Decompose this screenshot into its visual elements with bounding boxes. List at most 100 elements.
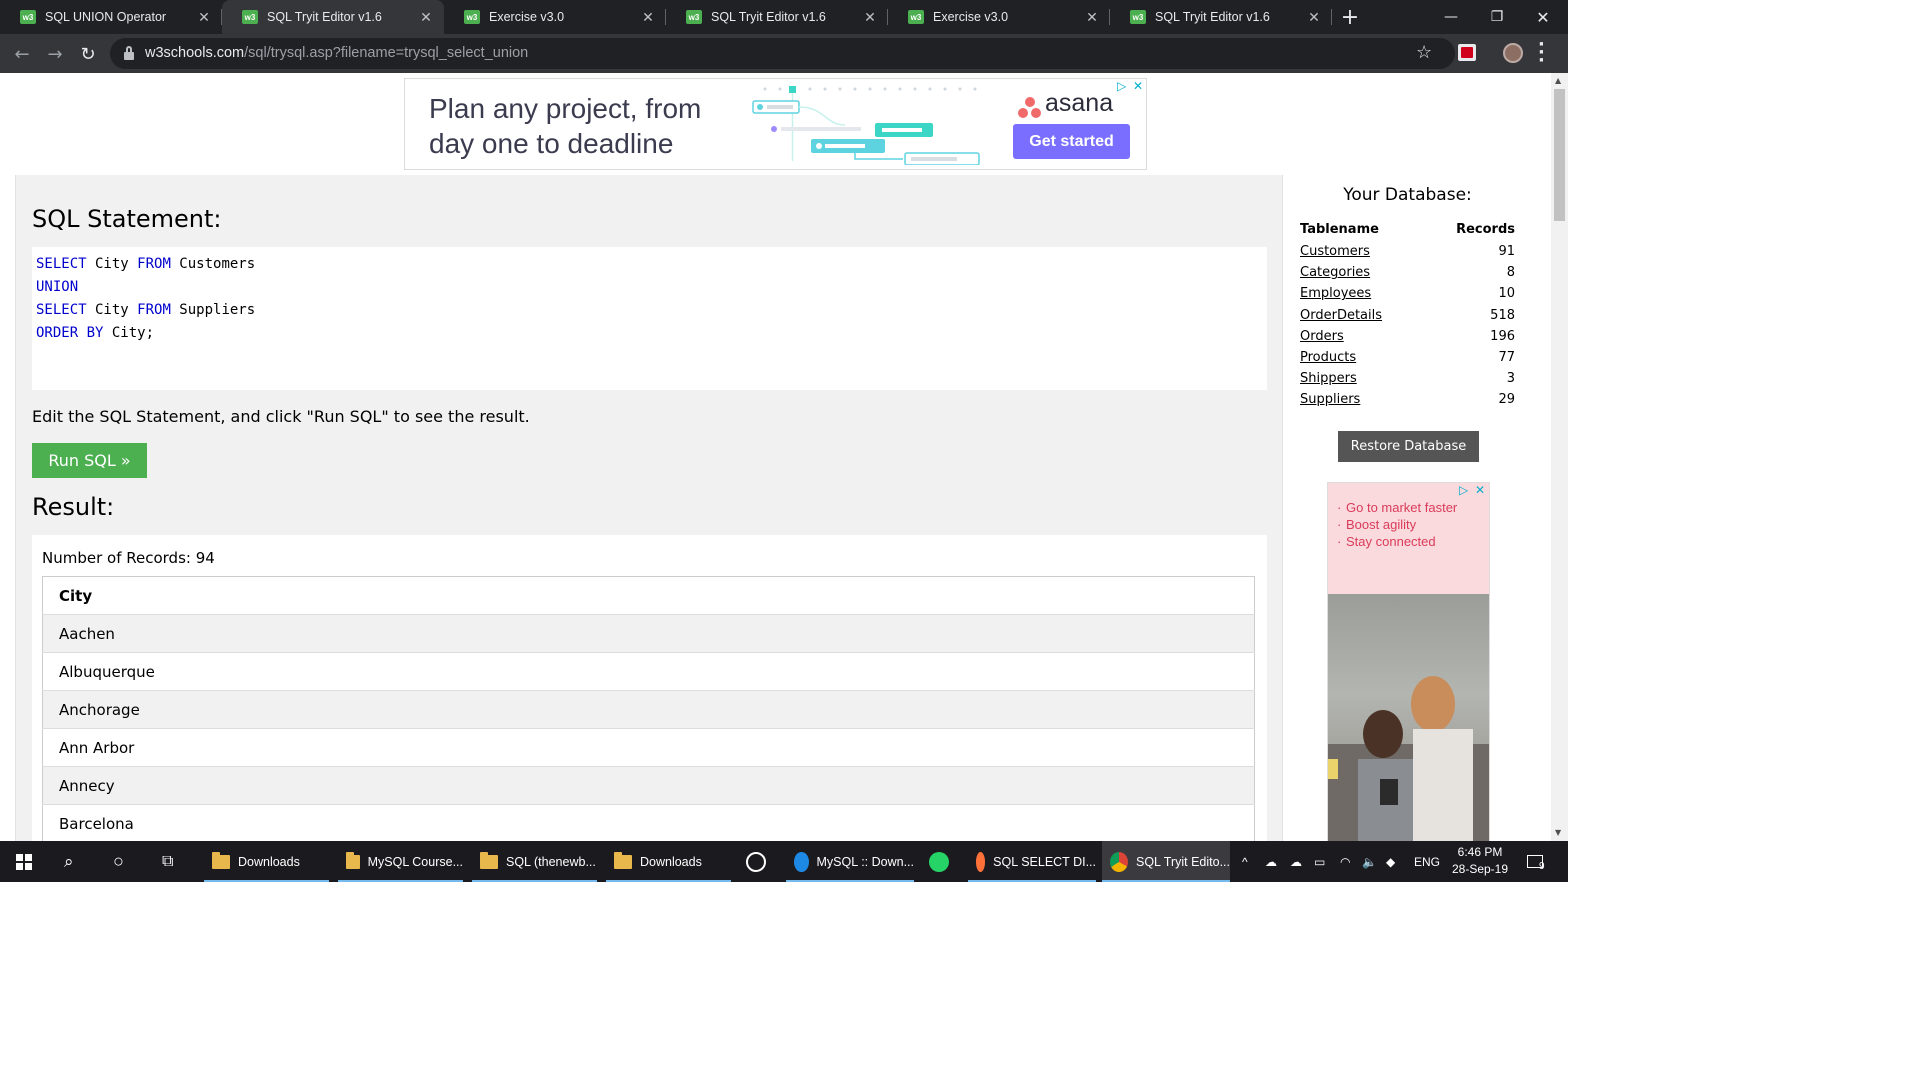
windows-start-icon[interactable]: [16, 854, 32, 870]
back-arrow-icon[interactable]: ←: [10, 42, 34, 66]
cortana-icon[interactable]: ○: [113, 841, 124, 882]
side-ad[interactable]: Go to market faster Boost agility Stay c…: [1327, 482, 1490, 841]
onedrive-icon[interactable]: ☁: [1265, 841, 1277, 882]
tab-strip: w3 SQL UNION Operator ✕ w3 SQL Tryit Edi…: [0, 0, 1568, 34]
asana-dots-icon: [1018, 97, 1042, 119]
extension-icon[interactable]: [1458, 44, 1476, 61]
w3schools-favicon-icon: w3: [464, 10, 480, 24]
side-ad-photo: [1328, 594, 1489, 841]
taskbar-app-label: Downloads: [238, 854, 300, 869]
taskbar-app[interactable]: SQL (thenewb...: [472, 841, 597, 882]
chrome-menu-icon[interactable]: · · ·: [1538, 36, 1545, 70]
db-row: Orders 196: [1300, 326, 1515, 347]
tab-title: SQL Tryit Editor v1.6: [711, 10, 826, 24]
record-count-cell: 3: [1506, 371, 1515, 387]
chrome-icon: [1110, 851, 1128, 872]
scroll-up-icon[interactable]: ▲: [1555, 76, 1561, 85]
asana-wordmark: asana: [1045, 89, 1114, 117]
dropbox-icon[interactable]: ◆: [1386, 841, 1395, 882]
table-link[interactable]: Shippers: [1300, 371, 1357, 386]
firefox-icon: [976, 851, 986, 872]
people-photo-illustration: [1328, 676, 1489, 841]
table-cell: Ann Arbor: [42, 728, 1255, 767]
language-indicator[interactable]: ENG: [1414, 841, 1440, 882]
browser-tab[interactable]: w3 Exercise v3.0 ✕: [888, 0, 1110, 34]
scrollbar-thumb[interactable]: [1554, 89, 1565, 221]
volume-icon[interactable]: 🔈: [1362, 841, 1377, 882]
close-tab-icon[interactable]: ✕: [1306, 9, 1322, 25]
browser-tab[interactable]: w3 SQL Tryit Editor v1.6 ✕: [1110, 0, 1332, 34]
code-line: SELECT City FROM Customers: [36, 256, 256, 272]
forward-arrow-icon[interactable]: →: [43, 42, 67, 66]
browser-tab[interactable]: w3 Exercise v3.0 ✕: [444, 0, 666, 34]
result-table: City Aachen Albuquerque Anchorage Ann Ar…: [42, 576, 1255, 841]
battery-icon[interactable]: ▭: [1314, 841, 1325, 882]
profile-avatar[interactable]: [1503, 43, 1523, 63]
sql-code-editor[interactable]: SELECT City FROM Customers UNION SELECT …: [32, 247, 1267, 390]
restore-window-icon[interactable]: ❐: [1474, 0, 1520, 34]
table-link[interactable]: OrderDetails: [1300, 308, 1382, 323]
media-player-icon[interactable]: [746, 841, 774, 882]
record-count-cell: 91: [1498, 244, 1515, 260]
wifi-icon[interactable]: ◠: [1340, 841, 1350, 882]
clock-date: 28-Sep-19: [1451, 862, 1509, 876]
close-ad-icon[interactable]: ✕: [1475, 483, 1485, 497]
whatsapp-icon[interactable]: [929, 841, 957, 882]
address-bar[interactable]: w3schools.com/sql/trysql.asp?filename=tr…: [110, 38, 1455, 69]
browser-tab[interactable]: w3 SQL UNION Operator ✕: [0, 0, 222, 34]
taskbar-app[interactable]: MySQL Course...: [338, 841, 463, 882]
close-tab-icon[interactable]: ✕: [1084, 9, 1100, 25]
close-tab-icon[interactable]: ✕: [862, 9, 878, 25]
tab-title: SQL Tryit Editor v1.6: [1155, 10, 1270, 24]
page-scrollbar[interactable]: ▲ ▼: [1551, 73, 1568, 841]
close-window-icon[interactable]: ✕: [1520, 0, 1566, 34]
reload-icon[interactable]: ↻: [76, 42, 100, 66]
bookmark-star-icon[interactable]: ☆: [1416, 42, 1432, 63]
w3schools-favicon-icon: w3: [242, 10, 258, 24]
cloud-icon[interactable]: ☁: [1290, 841, 1302, 882]
restore-database-button[interactable]: Restore Database: [1338, 431, 1479, 462]
close-ad-icon[interactable]: ✕: [1133, 79, 1143, 93]
taskbar-app[interactable]: Downloads: [606, 841, 731, 882]
table-cell: Aachen: [42, 614, 1255, 653]
table-link[interactable]: Categories: [1300, 265, 1370, 280]
show-hidden-icons-icon[interactable]: ^: [1242, 841, 1248, 882]
table-link[interactable]: Employees: [1300, 286, 1371, 301]
table-link[interactable]: Suppliers: [1300, 392, 1360, 407]
taskbar-app[interactable]: Downloads: [204, 841, 329, 882]
taskbar-app[interactable]: SQL SELECT DI...: [968, 841, 1096, 882]
code-line: ORDER BY City;: [36, 325, 155, 341]
asana-banner-ad[interactable]: Plan any project, from day one to deadli…: [404, 78, 1147, 170]
browser-tab-active[interactable]: w3 SQL Tryit Editor v1.6 ✕: [222, 0, 444, 34]
record-count-cell: 10: [1498, 286, 1515, 302]
system-clock[interactable]: 6:46 PM 28-Sep-19: [1440, 844, 1520, 878]
run-sql-button[interactable]: Run SQL »: [32, 443, 147, 478]
adchoices-icon[interactable]: ▷: [1459, 483, 1468, 497]
task-view-icon[interactable]: ⧉: [162, 841, 173, 882]
close-tab-icon[interactable]: ✕: [418, 9, 434, 25]
notification-center-icon[interactable]: 9: [1527, 841, 1545, 882]
table-link[interactable]: Customers: [1300, 244, 1370, 259]
taskbar-app-label: Downloads: [640, 854, 702, 869]
get-started-button[interactable]: Get started: [1013, 124, 1130, 159]
db-row: Categories 8: [1300, 262, 1515, 283]
table-link[interactable]: Products: [1300, 350, 1356, 365]
browser-toolbar: ← → ↻ w3schools.com/sql/trysql.asp?filen…: [0, 34, 1568, 73]
adchoices-icon[interactable]: ▷: [1117, 79, 1126, 93]
browser-tab[interactable]: w3 SQL Tryit Editor v1.6 ✕: [666, 0, 888, 34]
side-ad-bullets: Go to market faster Boost agility Stay c…: [1337, 499, 1457, 550]
taskbar-app-active[interactable]: SQL Tryit Edito...: [1102, 841, 1230, 882]
table-row: Annecy: [42, 766, 1255, 805]
result-container: Number of Records: 94 City Aachen Albuqu…: [32, 535, 1267, 841]
minimize-icon[interactable]: —: [1428, 0, 1474, 34]
url-text[interactable]: w3schools.com/sql/trysql.asp?filename=tr…: [145, 45, 528, 61]
close-tab-icon[interactable]: ✕: [640, 9, 656, 25]
close-tab-icon[interactable]: ✕: [196, 9, 212, 25]
record-count: Number of Records: 94: [42, 549, 215, 567]
taskbar-app[interactable]: MySQL :: Down...: [786, 841, 914, 882]
ad-headline: Plan any project, from day one to deadli…: [429, 93, 702, 159]
scroll-down-icon[interactable]: ▼: [1555, 828, 1561, 837]
search-icon[interactable]: ⌕: [64, 841, 74, 882]
table-link[interactable]: Orders: [1300, 329, 1344, 344]
new-tab-plus-icon[interactable]: +: [1332, 0, 1368, 34]
